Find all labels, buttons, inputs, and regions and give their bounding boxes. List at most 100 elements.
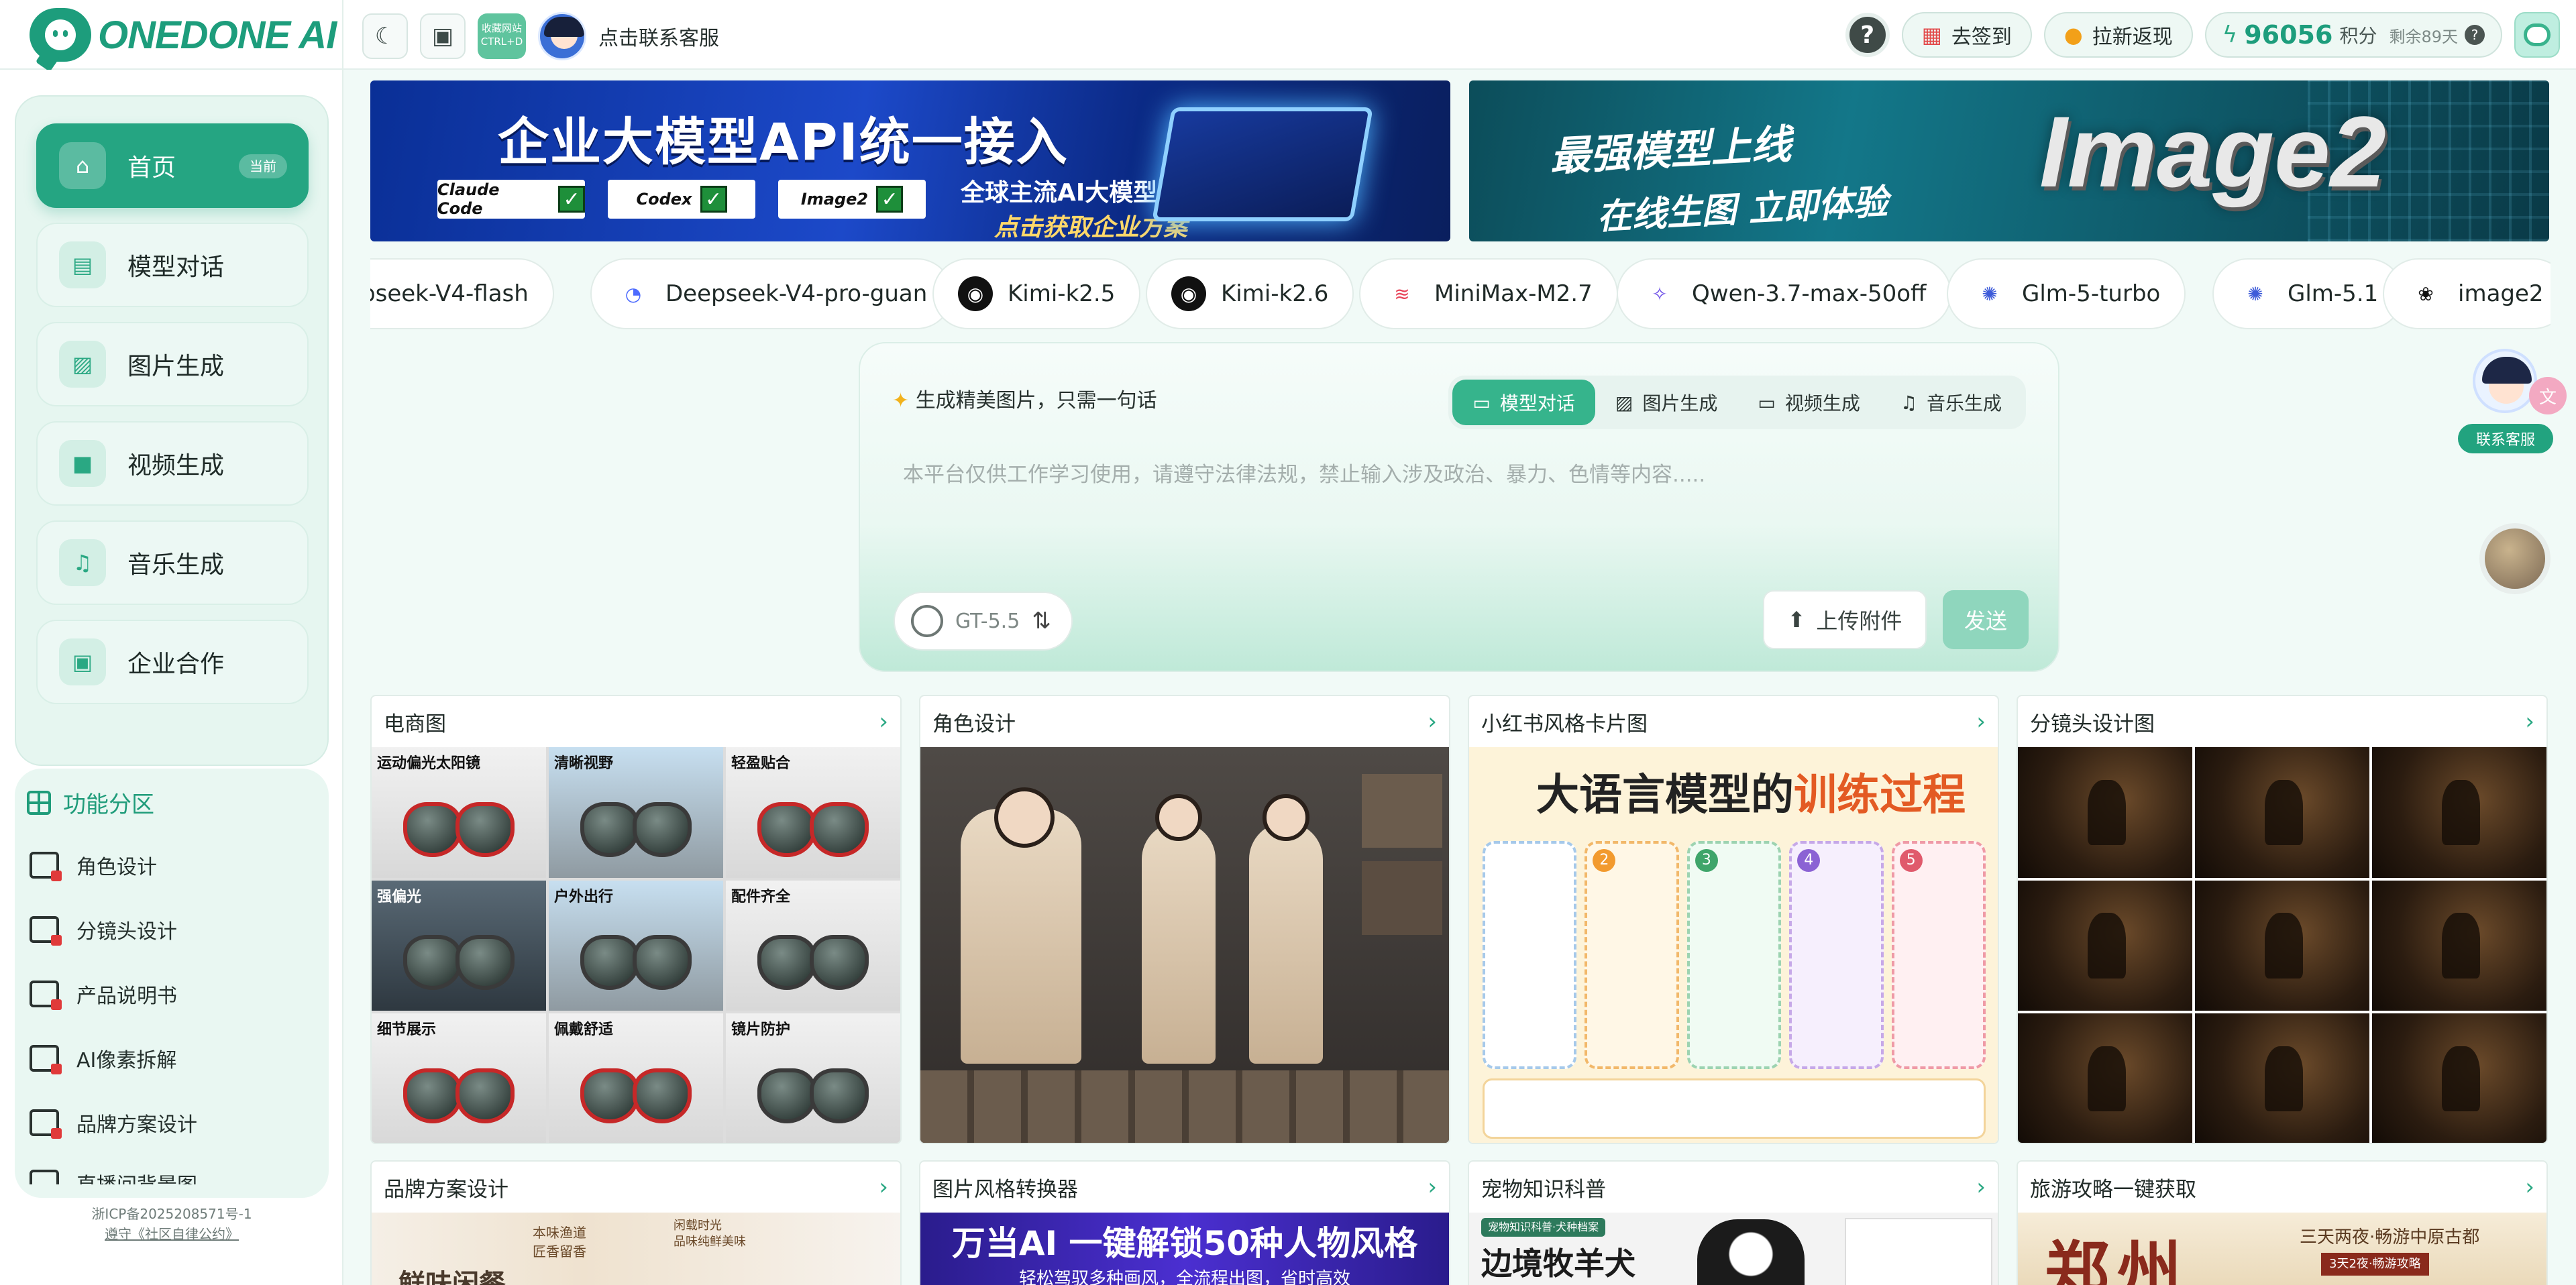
model-chip[interactable]: ≋ MiniMax-M2.7 — [1359, 258, 1618, 329]
model-chip[interactable]: ✺ Glm-5.1 — [2212, 258, 2404, 329]
model-chip[interactable]: ❀ image2 — [2383, 258, 2551, 329]
minimax-wave-icon: ≋ — [1394, 282, 1410, 305]
invite-button[interactable]: ● 拉新返现 — [2043, 12, 2193, 58]
upload-label: 上传附件 — [1816, 608, 1902, 634]
nav-item-video[interactable]: ■ 视频生成 — [36, 421, 309, 506]
function-item-pixel[interactable]: AI像素拆解 — [30, 1044, 177, 1074]
chat-mode-tabs: ▭ 模型对话 ▨ 图片生成 ▭ 视频生成 ♫ 音乐生成 — [1448, 376, 2026, 429]
card-title: 小红书风格卡片图 — [1481, 712, 1648, 736]
image-edit-icon — [30, 1170, 59, 1184]
tab-image-gen[interactable]: ▨ 图片生成 — [1595, 380, 1737, 425]
checkin-button[interactable]: ▦ 去签到 — [1901, 12, 2032, 58]
card-storyboard[interactable]: 分镜头设计图 › — [2017, 695, 2548, 1144]
model-chip[interactable]: ✧ Qwen-3.7-max-50off — [1617, 258, 1952, 329]
model-selector[interactable]: GT-5.5 ⇅ — [894, 592, 1073, 651]
contact-service-link[interactable]: 点击联系客服 — [598, 21, 719, 51]
user-avatar[interactable] — [2514, 12, 2560, 58]
banner2-big-text: Image2 — [2039, 95, 2386, 208]
model-chip[interactable]: ✺ Glm-5-turbo — [1947, 258, 2186, 329]
theme-toggle-button[interactable]: ☾ — [362, 13, 408, 59]
tab-video-gen[interactable]: ▭ 视频生成 — [1737, 380, 1880, 425]
logo[interactable]: ONEDONE AI — [0, 0, 343, 70]
top-bar: ONEDONE AI ☾ ▣ 收藏网站 CTRL+D 点击联系客服 ? ▦ 去签… — [0, 0, 2576, 70]
floating-orb-button[interactable] — [2479, 523, 2551, 594]
card-ecommerce[interactable]: 电商图 › 运动偏光太阳镜 清晰视野 轻盈贴合 强偏光 户外出行 配件齐全 细节展… — [370, 695, 902, 1144]
floating-service-avatar[interactable] — [2473, 349, 2537, 413]
model-chip[interactable]: ◔ Deepseek-V4-pro-guan — [590, 258, 953, 329]
function-label: 角色设计 — [76, 856, 157, 879]
main-nav: ⌂ 首页 当前 ▤ 模型对话 ▨ 图片生成 ■ 视频生成 ♫ 音乐生成 ▣ 企业… — [15, 95, 329, 766]
send-button[interactable]: 发送 — [1943, 590, 2029, 649]
card-preview-image — [920, 747, 1449, 1143]
chat-prompt[interactable]: ✦ 生成精美图片，只需一句话 — [892, 384, 1157, 413]
help-button[interactable]: ? — [1845, 13, 1890, 57]
function-list-clip: 直播间背景图 — [30, 1168, 311, 1184]
model-chip[interactable]: ◉ Kimi-k2.6 — [1146, 258, 1354, 329]
nav-item-chat[interactable]: ▤ 模型对话 — [36, 223, 309, 307]
swap-icon: ⇅ — [1032, 608, 1051, 634]
nav-item-image[interactable]: ▨ 图片生成 — [36, 322, 309, 406]
nav-label-enterprise: 企业合作 — [127, 651, 225, 678]
floating-service-label[interactable]: 联系客服 — [2458, 424, 2553, 453]
chevron-right-icon: › — [1428, 708, 1437, 735]
community-pledge-link[interactable]: 遵守《社区自律公约》 — [0, 1223, 343, 1243]
function-item-role-design[interactable]: 角色设计 — [30, 850, 157, 881]
smile-coin-icon: ● — [2063, 22, 2083, 48]
card-travel-guide[interactable]: 旅游攻略一键获取 › 郑州 三天两夜·畅游中原古都 3天2夜·畅游攻略 — [2017, 1160, 2548, 1285]
sparkle-icon: ✦ — [892, 389, 910, 412]
music-icon: ♫ — [59, 539, 106, 586]
function-item-storyboard[interactable]: 分镜头设计 — [30, 915, 177, 946]
banner-image2[interactable]: 最强模型上线 在线生图 立即体验 Image2 — [1469, 80, 2549, 241]
model-chip[interactable]: Deepseek-V4-flash — [370, 258, 554, 329]
gift-button[interactable]: ▣ — [420, 13, 466, 59]
image-edit-icon — [30, 852, 62, 881]
image-icon: ▨ — [1615, 391, 1633, 414]
deepseek-whale-icon: ◔ — [625, 282, 642, 305]
card-brand-plan[interactable]: 品牌方案设计 › 鲜味闲餐 本味渔道 匠香留香 闲载时光 品味纯鲜美味 — [370, 1160, 902, 1285]
nav-label-video: 视频生成 — [127, 452, 225, 480]
function-label: AI像素拆解 — [76, 1049, 177, 1072]
model-chip-label: Kimi-k2.6 — [1221, 280, 1329, 307]
function-item-brand[interactable]: 品牌方案设计 — [30, 1108, 197, 1139]
banner1-tag: Codex ✓ — [608, 180, 755, 219]
card-xhs-style[interactable]: 小红书风格卡片图 › 大语言模型的训练过程 2 3 4 5 — [1468, 695, 1999, 1144]
tab-model-chat[interactable]: ▭ 模型对话 — [1452, 380, 1595, 425]
tab-label: 图片生成 — [1642, 392, 1718, 414]
nav-item-music[interactable]: ♫ 音乐生成 — [36, 520, 309, 605]
chevron-right-icon: › — [879, 708, 888, 735]
chat-input[interactable]: 本平台仅供工作学习使用，请遵守法律法规，禁止输入涉及政治、暴力、色情等内容...… — [903, 457, 1705, 488]
nav-item-home[interactable]: ⌂ 首页 当前 — [36, 123, 309, 208]
function-item-live-bg[interactable]: 直播间背景图 — [30, 1168, 311, 1184]
function-label: 品牌方案设计 — [76, 1113, 197, 1137]
chevron-right-icon: › — [879, 1174, 888, 1200]
nav-item-enterprise[interactable]: ▣ 企业合作 — [36, 620, 309, 704]
model-chip-label: Deepseek-V4-flash — [370, 280, 529, 307]
glm-icon: ✺ — [2247, 282, 2263, 305]
function-label: 直播间背景图 — [76, 1168, 197, 1184]
tab-music-gen[interactable]: ♫ 音乐生成 — [1880, 380, 2022, 425]
icp-record[interactable]: 浙ICP备2025208571号-1 — [0, 1203, 343, 1223]
points-display[interactable]: ϟ 96056 积分 剩余89天 ? — [2204, 12, 2502, 58]
glm-icon: ✺ — [1982, 282, 1998, 305]
translate-icon[interactable]: 文 — [2529, 377, 2567, 414]
chat-composer: ✦ 生成精美图片，只需一句话 ▭ 模型对话 ▨ 图片生成 ▭ 视频生成 ♫ 音乐… — [859, 342, 2059, 672]
card-preview-image: 郑州 三天两夜·畅游中原古都 3天2夜·畅游攻略 — [2018, 1213, 2546, 1285]
function-item-manual[interactable]: 产品说明书 — [30, 979, 177, 1010]
card-character-design[interactable]: 角色设计 › — [919, 695, 1450, 1144]
gpt-icon — [911, 605, 943, 637]
card-style-converter[interactable]: 图片风格转换器 › 万当AI 一键解锁50种人物风格 轻松驾驭多种画风，全流程出图… — [919, 1160, 1450, 1285]
image-icon: ▨ — [59, 341, 106, 388]
model-chip[interactable]: ◉ Kimi-k2.5 — [932, 258, 1141, 329]
card-pet-knowledge[interactable]: 宠物知识科普 › 宠物知识科普·犬种档案 边境牧羊犬 — [1468, 1160, 1999, 1285]
model-chip-label: Qwen-3.7-max-50off — [1692, 280, 1927, 307]
sidebar: ⌂ 首页 当前 ▤ 模型对话 ▨ 图片生成 ■ 视频生成 ♫ 音乐生成 ▣ 企业… — [0, 70, 343, 1285]
tab-label: 音乐生成 — [1926, 392, 2002, 414]
bookmark-button[interactable]: 收藏网站 CTRL+D — [478, 13, 526, 59]
service-avatar[interactable] — [538, 12, 586, 60]
chat-prompt-text: 生成精美图片，只需一句话 — [915, 389, 1157, 412]
upload-attachment-button[interactable]: ⬆ 上传附件 — [1763, 590, 1927, 649]
banner-enterprise-api[interactable]: 企业大模型API统一接入 Claude Code ✓ Codex ✓ Image2 ✓… — [370, 80, 1450, 241]
function-zone-title: 功能分区 — [27, 786, 154, 819]
points-help-icon[interactable]: ? — [2465, 25, 2485, 45]
card-title: 品牌方案设计 — [384, 1177, 508, 1202]
